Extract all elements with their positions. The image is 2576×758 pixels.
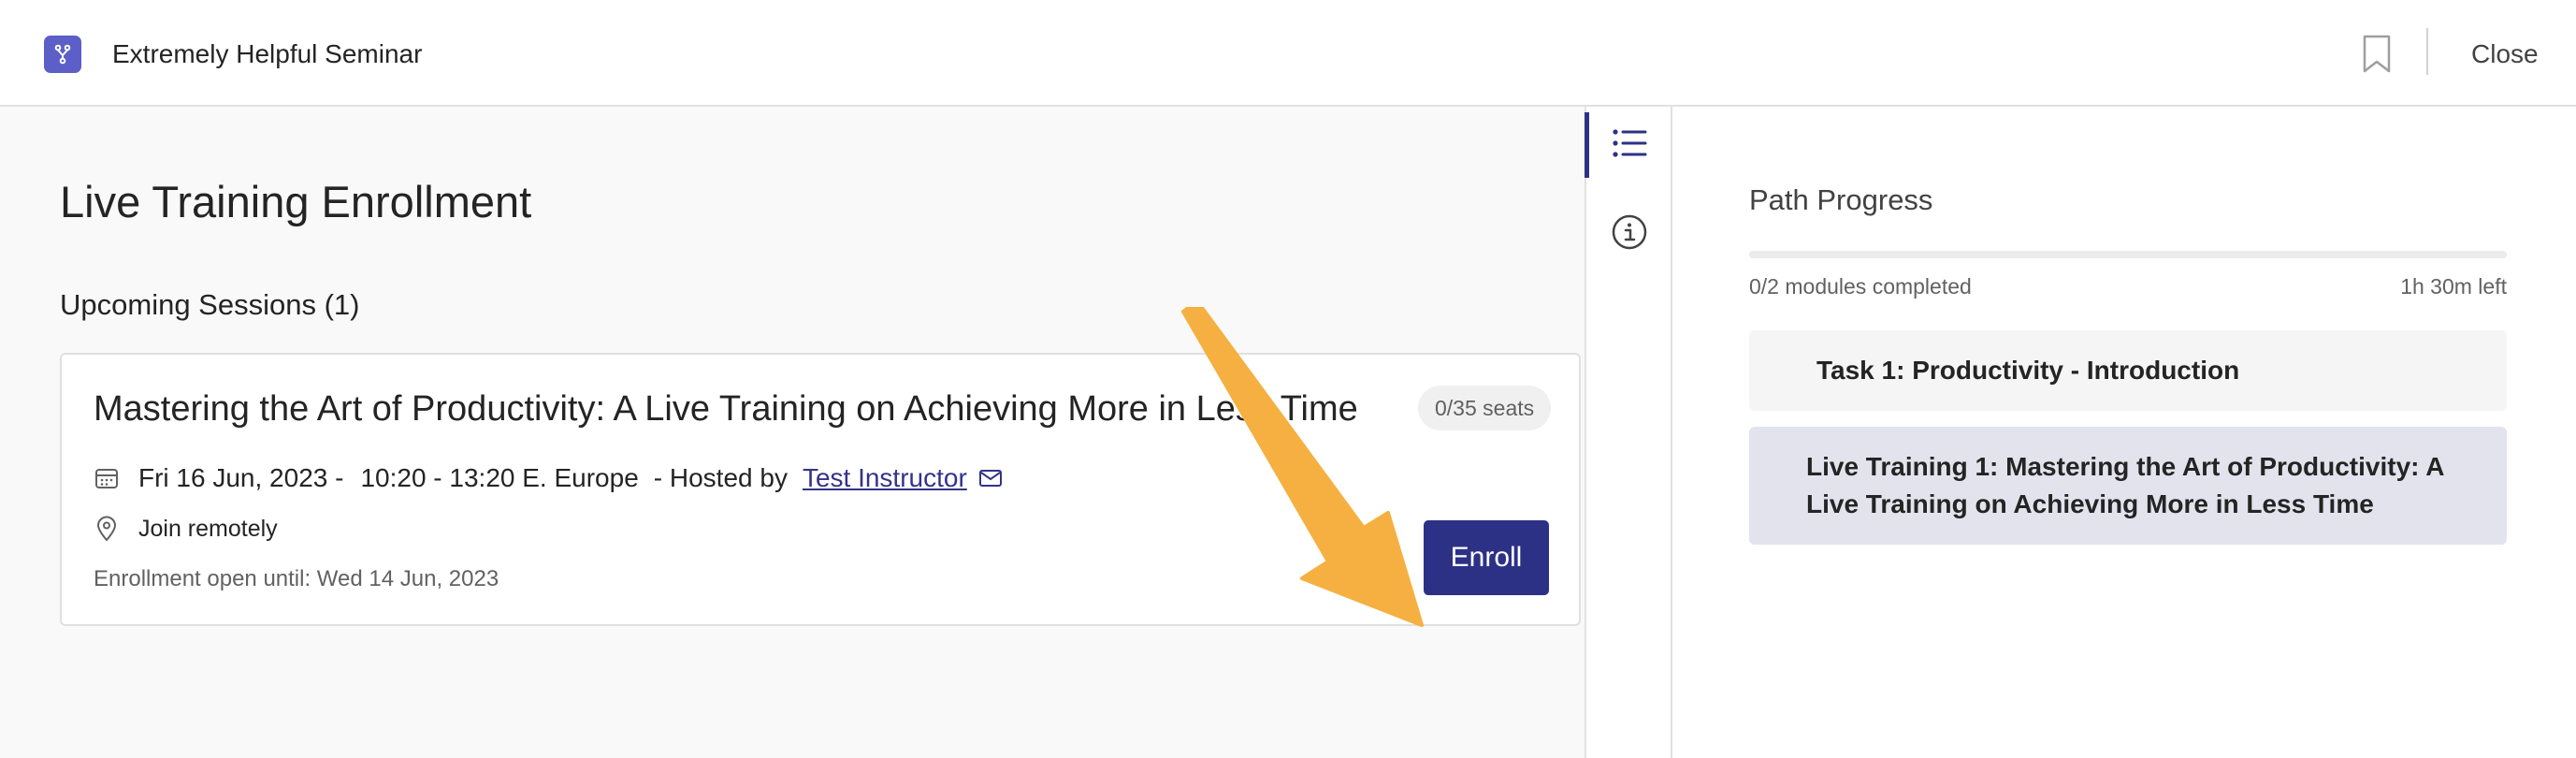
module-label: Live Training 1: Mastering the Art of Pr… — [1806, 452, 2444, 518]
page-title: Live Training Enrollment — [60, 177, 532, 226]
app-header: Extremely Helpful Seminar Close — [0, 0, 2576, 107]
hosted-by-label: - Hosted by — [653, 463, 788, 492]
app-logo-icon — [44, 36, 81, 73]
main-panel: Live Training Enrollment Upcoming Sessio… — [0, 107, 1585, 758]
modules-completed-text: 0/2 modules completed — [1749, 274, 1972, 299]
mail-icon[interactable] — [978, 468, 1003, 488]
close-button[interactable]: Close — [2471, 37, 2539, 71]
location-pin-icon — [94, 516, 120, 542]
rail-item-details[interactable] — [1586, 196, 1672, 272]
path-progress-panel: Path Progress 0/2 modules completed 1h 3… — [1672, 107, 2576, 758]
instructor-link[interactable]: Test Instructor — [803, 463, 967, 493]
session-card: Mastering the Art of Productivity: A Liv… — [60, 353, 1581, 626]
bookmark-icon[interactable] — [2361, 34, 2393, 75]
side-rail — [1585, 107, 1672, 758]
session-date: Fri 16 Jun, 2023 - — [138, 463, 344, 492]
enrollment-deadline: Enrollment open until: Wed 14 Jun, 2023 — [94, 566, 499, 591]
rail-item-outline[interactable] — [1585, 107, 1672, 183]
session-location: Join remotely — [94, 512, 278, 546]
session-title: Mastering the Art of Productivity: A Liv… — [94, 389, 1358, 429]
location-text: Join remotely — [138, 515, 278, 542]
session-schedule: Fri 16 Jun, 2023 - 10:20 - 13:20 E. Euro… — [94, 460, 1003, 496]
module-item-live-training-1[interactable]: Live Training 1: Mastering the Art of Pr… — [1749, 427, 2507, 545]
section-title: Upcoming Sessions (1) — [60, 288, 360, 321]
session-time: 10:20 - 13:20 E. Europe — [360, 463, 639, 492]
progress-title: Path Progress — [1749, 183, 1933, 216]
header-divider — [2426, 28, 2428, 75]
app-title: Extremely Helpful Seminar — [112, 39, 423, 68]
seats-badge: 0/35 seats — [1418, 386, 1552, 430]
time-left-text: 1h 30m left — [2400, 274, 2507, 299]
list-icon — [1612, 127, 1647, 164]
calendar-icon — [94, 465, 120, 491]
module-item-task-1[interactable]: Task 1: Productivity - Introduction — [1749, 330, 2507, 411]
enroll-button[interactable]: Enroll — [1424, 520, 1549, 595]
info-icon — [1611, 213, 1648, 255]
progress-bar — [1749, 251, 2507, 258]
module-label: Task 1: Productivity - Introduction — [1816, 356, 2240, 385]
